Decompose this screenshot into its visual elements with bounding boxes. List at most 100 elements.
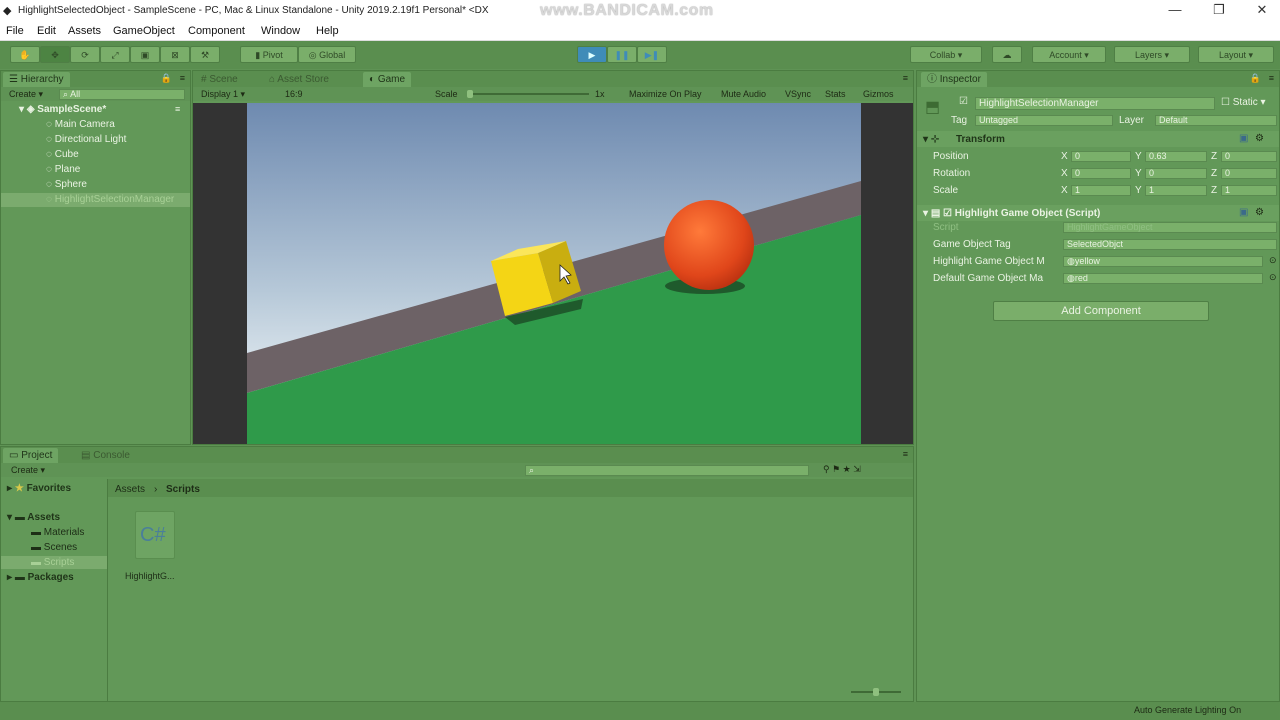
maximize-button[interactable]: ❐ <box>1204 2 1234 18</box>
cloud-icon[interactable]: ☁ <box>992 46 1022 63</box>
menu-file[interactable]: File <box>6 25 24 37</box>
vsync-toggle[interactable]: VSync <box>785 89 811 99</box>
scale-z-label[interactable]: Z <box>1211 185 1217 196</box>
scale-slider[interactable] <box>469 93 589 95</box>
maximize-on-play-toggle[interactable]: Maximize On Play <box>629 89 702 99</box>
script-file-name[interactable]: HighlightG... <box>125 571 175 581</box>
position-z-label[interactable]: Z <box>1211 151 1217 162</box>
panel-menu-icon[interactable]: ≡ <box>180 73 185 83</box>
assets-item[interactable]: ▾ ▬ Assets <box>7 512 60 523</box>
custom-tool-icon[interactable]: ⚒ <box>190 46 220 63</box>
scale-y-label[interactable]: Y <box>1135 185 1142 196</box>
add-component-button[interactable]: Add Component <box>993 301 1209 321</box>
position-y-label[interactable]: Y <box>1135 151 1142 162</box>
object-picker-icon[interactable]: ⊙ <box>1269 255 1277 266</box>
packages-item[interactable]: ▸ ▬ Packages <box>7 572 74 583</box>
tab-console[interactable]: ▤ Console <box>75 448 136 463</box>
scale-z-field[interactable]: 1 <box>1221 185 1277 196</box>
tab-scene[interactable]: # Scene <box>195 72 244 87</box>
layer-dropdown[interactable]: Default <box>1155 115 1277 126</box>
pivot-toggle[interactable]: ▮ Pivot <box>240 46 298 63</box>
layout-dropdown[interactable]: Layout ▾ <box>1198 46 1274 63</box>
hierarchy-item[interactable]: ◌ Cube <box>46 149 79 160</box>
scene-root[interactable]: ▾ ◈ SampleScene* <box>19 104 106 115</box>
global-toggle[interactable]: ◎ Global <box>298 46 356 63</box>
filter-icons[interactable]: ⚲ ⚑ ★ ⇲ <box>823 464 861 475</box>
settings-icon[interactable]: ⚙ <box>1255 207 1264 218</box>
position-x-label[interactable]: X <box>1061 151 1068 162</box>
hierarchy-item[interactable]: ◌ Plane <box>46 164 80 175</box>
default-material-field[interactable]: ◍red <box>1063 273 1263 284</box>
move-tool-icon[interactable]: ✥ <box>40 46 70 63</box>
position-z-field[interactable]: 0 <box>1221 151 1277 162</box>
stats-toggle[interactable]: Stats <box>825 89 846 99</box>
transform-tool-icon[interactable]: ⊠ <box>160 46 190 63</box>
rotation-z-label[interactable]: Z <box>1211 168 1217 179</box>
rect-tool-icon[interactable]: ▣ <box>130 46 160 63</box>
play-button[interactable]: ▶ <box>577 46 607 63</box>
rotation-x-field[interactable]: 0 <box>1071 168 1131 179</box>
folder-item[interactable]: ▬ Scenes <box>31 542 77 553</box>
tab-inspector[interactable]: ⓘ Inspector <box>921 72 987 87</box>
account-dropdown[interactable]: Account ▾ <box>1032 46 1106 63</box>
lock-icon[interactable]: 🔒 <box>1250 73 1261 84</box>
menu-component[interactable]: Component <box>188 25 245 37</box>
layers-dropdown[interactable]: Layers ▾ <box>1114 46 1190 63</box>
highlight-material-field[interactable]: ◍yellow <box>1063 256 1263 267</box>
hierarchy-create-button[interactable]: Create ▾ <box>9 89 43 100</box>
step-button[interactable]: ▶❚ <box>637 46 667 63</box>
mute-audio-toggle[interactable]: Mute Audio <box>721 89 766 99</box>
transform-foldout[interactable]: ▾ ⊹ Transform <box>923 134 1005 145</box>
display-dropdown[interactable]: Display 1 ▾ <box>201 89 245 100</box>
aspect-dropdown[interactable]: 16:9 <box>285 89 303 99</box>
script-enabled-checkbox[interactable]: ☑ <box>943 208 952 219</box>
tab-game[interactable]: ◐ Game <box>363 72 412 87</box>
tab-hierarchy[interactable]: ☰ Hierarchy <box>3 72 70 87</box>
gizmos-dropdown[interactable]: Gizmos <box>863 89 894 99</box>
scale-slider-handle[interactable] <box>467 90 473 98</box>
object-picker-icon[interactable]: ⊙ <box>1269 272 1277 283</box>
panel-menu-icon[interactable]: ≡ <box>903 73 908 83</box>
hierarchy-item[interactable]: ◌ Main Camera <box>46 119 115 130</box>
game-view[interactable] <box>193 103 913 444</box>
pause-button[interactable]: ❚❚ <box>607 46 637 63</box>
settings-icon[interactable]: ⚙ <box>1255 133 1264 144</box>
static-toggle[interactable]: ☐ Static ▾ <box>1221 97 1266 108</box>
tab-project[interactable]: ▭ Project <box>3 448 59 463</box>
panel-menu-icon[interactable]: ≡ <box>1269 73 1274 83</box>
help-icon[interactable]: ▣ <box>1239 133 1248 144</box>
thumbnail-size-handle[interactable] <box>873 688 879 696</box>
menu-edit[interactable]: Edit <box>37 25 56 37</box>
menu-help[interactable]: Help <box>316 25 339 37</box>
project-search-input[interactable]: ⌕ <box>525 465 809 476</box>
hierarchy-search-input[interactable]: ⌕ All <box>59 89 185 100</box>
scene-menu-icon[interactable]: ≡ <box>175 104 180 114</box>
script-foldout[interactable]: ▾ ▤ ☑ Highlight Game Object (Script) <box>923 208 1100 219</box>
menu-gameobject[interactable]: GameObject <box>113 25 175 37</box>
favorites-item[interactable]: ▸ ★ Favorites <box>7 483 71 494</box>
rotation-z-field[interactable]: 0 <box>1221 168 1277 179</box>
breadcrumb-assets[interactable]: Assets <box>115 484 145 495</box>
rotation-y-label[interactable]: Y <box>1135 168 1142 179</box>
script-file-icon[interactable]: C# <box>135 511 175 559</box>
menu-window[interactable]: Window <box>261 25 300 37</box>
hierarchy-item[interactable]: ◌ Directional Light <box>46 134 126 145</box>
active-checkbox[interactable]: ☑ <box>959 96 968 107</box>
hand-tool-icon[interactable]: ✋ <box>10 46 40 63</box>
folder-item[interactable]: ▬ Materials <box>31 527 84 538</box>
project-create-button[interactable]: Create ▾ <box>11 465 45 476</box>
minimize-button[interactable]: — <box>1160 2 1190 17</box>
scale-tool-icon[interactable]: ⤢ <box>100 46 130 63</box>
folder-item[interactable]: ▬ Scripts <box>31 557 74 568</box>
rotate-tool-icon[interactable]: ⟳ <box>70 46 100 63</box>
scale-y-field[interactable]: 1 <box>1145 185 1207 196</box>
close-button[interactable]: ✕ <box>1247 2 1277 18</box>
position-x-field[interactable]: 0 <box>1071 151 1131 162</box>
panel-menu-icon[interactable]: ≡ <box>903 449 908 459</box>
rotation-x-label[interactable]: X <box>1061 168 1068 179</box>
hierarchy-item[interactable]: ◌ HighlightSelectionManager <box>46 194 174 205</box>
breadcrumb-scripts[interactable]: Scripts <box>166 484 200 495</box>
collab-button[interactable]: Collab ▾ <box>910 46 982 63</box>
lock-icon[interactable]: 🔒 <box>161 73 172 84</box>
scale-x-field[interactable]: 1 <box>1071 185 1131 196</box>
